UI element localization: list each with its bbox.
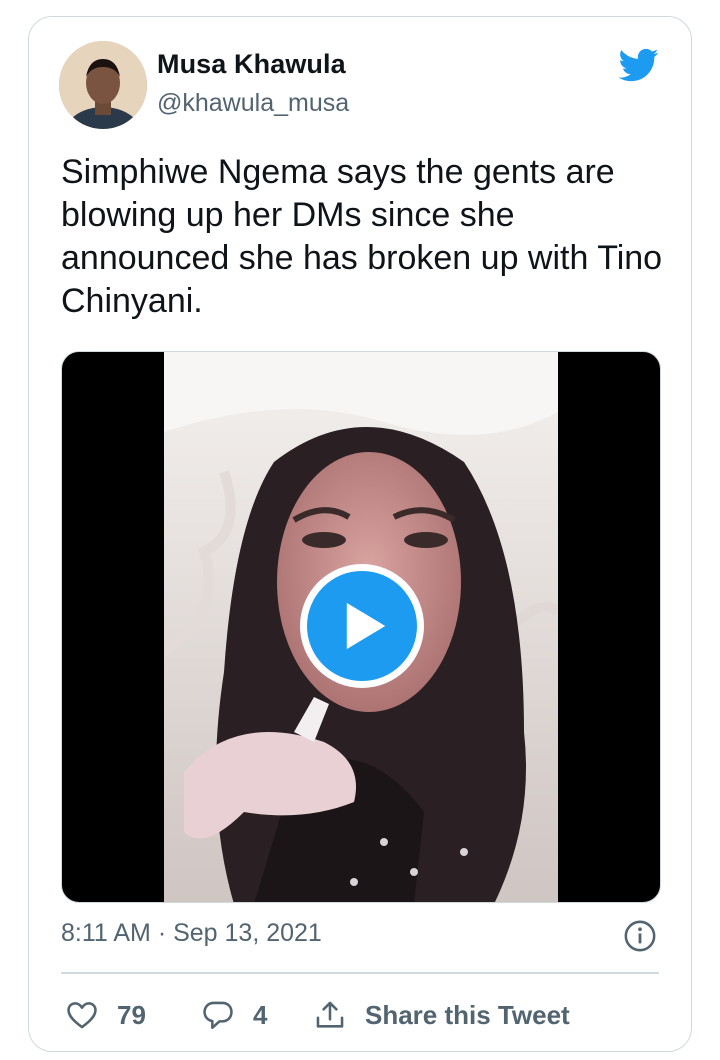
- avatar[interactable]: [59, 41, 147, 129]
- like-count: 79: [117, 999, 146, 1030]
- author-name[interactable]: Musa Khawula: [157, 49, 346, 80]
- play-icon: [346, 602, 386, 650]
- reply-count: 4: [253, 999, 268, 1030]
- reply-button[interactable]: 4: [201, 995, 267, 1035]
- action-bar: 79 4 Share this Tweet: [61, 995, 661, 1035]
- play-button[interactable]: [300, 564, 424, 688]
- play-button-circle: [307, 571, 417, 681]
- divider: [61, 972, 659, 974]
- info-icon[interactable]: [623, 919, 657, 953]
- share-button[interactable]: Share this Tweet: [313, 995, 570, 1035]
- video-player[interactable]: [61, 351, 661, 903]
- tweet-card: Musa Khawula @khawula_musa Simphiwe Ngem…: [28, 16, 692, 1052]
- twitter-bird-icon[interactable]: [617, 45, 661, 85]
- tweet-timestamp[interactable]: 8:11 AM · Sep 13, 2021: [61, 919, 322, 948]
- heart-icon: [67, 1002, 97, 1029]
- tweet-text: Simphiwe Ngema says the gents are blowin…: [61, 153, 663, 320]
- reply-icon: [203, 1001, 233, 1030]
- like-button[interactable]: 79: [65, 995, 146, 1035]
- author-handle[interactable]: @khawula_musa: [157, 89, 349, 118]
- avatar-image: [59, 41, 147, 129]
- share-label: Share this Tweet: [365, 999, 570, 1030]
- share-icon: [316, 1001, 344, 1028]
